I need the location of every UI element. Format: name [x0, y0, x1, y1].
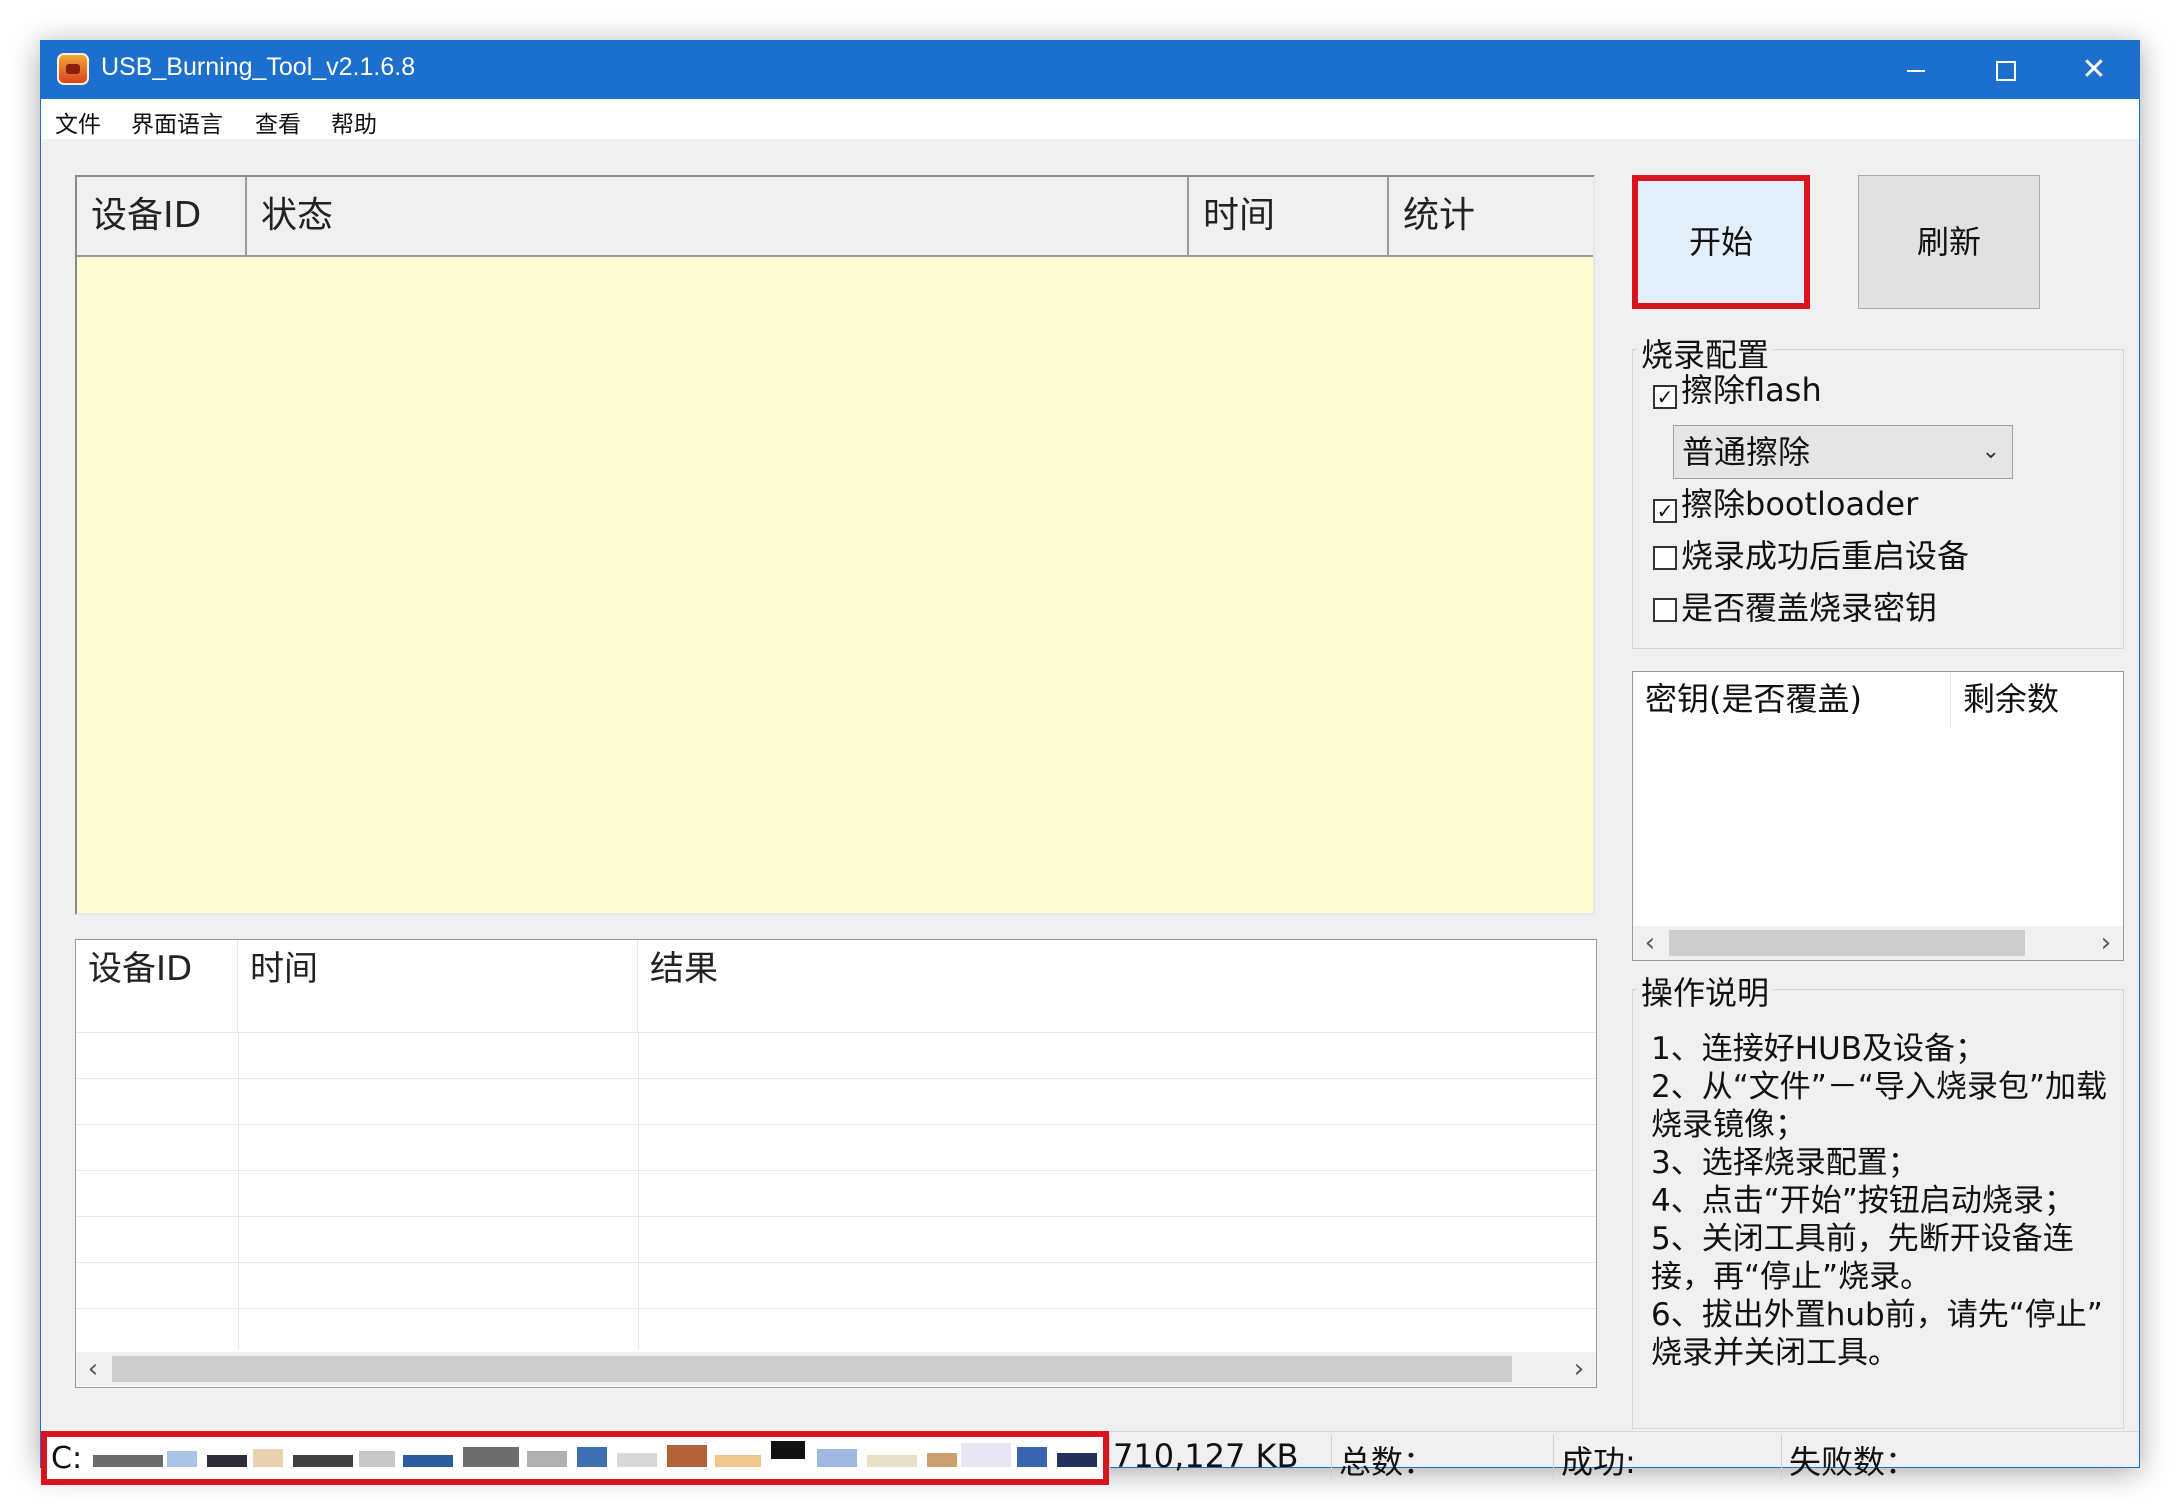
grid-line: [76, 1170, 1596, 1171]
grid-line: [76, 1124, 1596, 1125]
title-bar[interactable]: USB_Burning_Tool_v2.1.6.8 ✕: [41, 41, 2139, 99]
grid-line: [238, 1032, 239, 1350]
scrollbar-thumb[interactable]: [112, 1356, 1512, 1382]
instruction-line: 5、关闭工具前，先断开设备连: [1651, 1221, 2074, 1257]
instruction-line: 烧录镜像；: [1651, 1107, 1806, 1143]
device-list[interactable]: 设备ID 状态 时间 统计: [75, 175, 1595, 915]
reboot-after-success-checkbox[interactable]: 烧录成功后重启设备: [1653, 536, 1969, 576]
erase-mode-select[interactable]: 普通擦除 ⌄: [1673, 425, 2013, 479]
checkbox-label: 擦除bootloader: [1681, 485, 1919, 523]
minimize-icon: [1907, 69, 1925, 72]
checkbox-label: 擦除flash: [1681, 371, 1822, 409]
success-count-label: 成功:: [1561, 1443, 1636, 1481]
minimize-button[interactable]: [1871, 41, 1961, 99]
checkbox-unchecked-icon: [1653, 546, 1677, 570]
instruction-line: 4、点击“开始”按钮启动烧录；: [1651, 1183, 2075, 1219]
burn-config-group: 烧录配置 ✓ 擦除flash ✓ 擦除bootloader 烧录成功后重启设备 是否…: [1632, 330, 2124, 649]
chevron-down-icon: ⌄: [1981, 439, 2000, 464]
menu-view[interactable]: 查看: [255, 105, 301, 139]
scroll-left-icon[interactable]: ‹: [76, 1352, 110, 1386]
key-list[interactable]: 密钥(是否覆盖) 剩余数 ‹ ›: [1632, 671, 2124, 961]
status-separator: [1109, 1435, 1110, 1479]
instructions-group: 操作说明 1、连接好HUB及设备； 2、从“文件”－“导入烧录包”加载 烧录镜像…: [1632, 968, 2124, 1429]
column-header-stats[interactable]: 统计: [1389, 177, 1593, 257]
erase-bootloader-checkbox[interactable]: ✓ 擦除bootloader: [1653, 484, 1918, 524]
instruction-line: 接，再“停止”烧录。: [1651, 1259, 1932, 1295]
checkbox-checked-icon: ✓: [1653, 499, 1677, 523]
horizontal-scrollbar[interactable]: ‹ ›: [1633, 926, 2123, 960]
grid-line: [76, 1308, 1596, 1309]
path-prefix: C:: [51, 1441, 83, 1476]
maximize-icon: [1996, 60, 2016, 81]
grid-line: [638, 1032, 639, 1350]
start-button[interactable]: 开始: [1632, 175, 1810, 309]
instruction-line: 2、从“文件”－“导入烧录包”加载: [1651, 1069, 2107, 1105]
scroll-right-icon[interactable]: ›: [1562, 1352, 1596, 1386]
app-icon: [57, 53, 89, 85]
column-header-time[interactable]: 时间: [238, 940, 638, 1032]
status-separator: [1781, 1435, 1782, 1479]
column-header-remaining[interactable]: 剩余数: [1951, 672, 2123, 726]
grid-line: [76, 1032, 1596, 1033]
menu-help[interactable]: 帮助: [331, 105, 377, 139]
overwrite-key-checkbox[interactable]: 是否覆盖烧录密钥: [1653, 588, 1937, 628]
grid-line: [76, 1216, 1596, 1217]
checkbox-checked-icon: ✓: [1653, 385, 1677, 409]
status-separator: [1331, 1435, 1332, 1479]
refresh-button[interactable]: 刷新: [1858, 175, 2040, 309]
column-header-result[interactable]: 结果: [638, 940, 1596, 1032]
total-count-label: 总数：: [1339, 1443, 1436, 1481]
column-header-device-id[interactable]: 设备ID: [76, 940, 238, 1032]
column-header-time[interactable]: 时间: [1189, 177, 1389, 257]
maximize-button[interactable]: [1961, 41, 2051, 99]
scroll-left-icon[interactable]: ‹: [1633, 926, 1667, 960]
result-list[interactable]: 设备ID 时间 结果 ‹ ›: [75, 939, 1597, 1388]
column-header-key[interactable]: 密钥(是否覆盖): [1633, 672, 1951, 726]
group-title: 操作说明: [1637, 968, 1774, 1014]
app-window: USB_Burning_Tool_v2.1.6.8 ✕ 文件 界面语言 查看 帮…: [40, 40, 2140, 1485]
menu-language[interactable]: 界面语言: [131, 105, 223, 139]
status-separator: [1553, 1435, 1554, 1479]
image-path-field: C:: [41, 1431, 1109, 1485]
instruction-line: 1、连接好HUB及设备；: [1651, 1031, 1986, 1067]
column-header-status[interactable]: 状态: [247, 177, 1189, 257]
scroll-right-icon[interactable]: ›: [2089, 926, 2123, 960]
close-button[interactable]: ✕: [2049, 41, 2139, 99]
fail-count-label: 失败数：: [1789, 1443, 1918, 1481]
grid-line: [76, 1262, 1596, 1263]
image-size: 710,127 KB: [1113, 1437, 1299, 1475]
select-value: 普通擦除: [1682, 433, 1811, 471]
window-title: USB_Burning_Tool_v2.1.6.8: [101, 53, 416, 81]
menu-file[interactable]: 文件: [55, 105, 101, 139]
checkbox-label: 是否覆盖烧录密钥: [1681, 589, 1938, 627]
grid-line: [76, 1078, 1596, 1079]
erase-flash-checkbox[interactable]: ✓ 擦除flash: [1653, 370, 1822, 410]
instructions-text: 1、连接好HUB及设备； 2、从“文件”－“导入烧录包”加载 烧录镜像； 3、选…: [1651, 1030, 2121, 1372]
instruction-line: 烧录并关闭工具。: [1651, 1335, 1899, 1371]
instruction-line: 3、选择烧录配置；: [1651, 1145, 1919, 1181]
column-header-device-id[interactable]: 设备ID: [77, 177, 247, 257]
checkbox-label: 烧录成功后重启设备: [1681, 537, 1970, 575]
scrollbar-thumb[interactable]: [1669, 930, 2025, 956]
checkbox-unchecked-icon: [1653, 598, 1677, 622]
horizontal-scrollbar[interactable]: ‹ ›: [76, 1352, 1596, 1386]
menu-bar: 文件 界面语言 查看 帮助: [41, 99, 2139, 139]
close-icon: ✕: [2081, 52, 2107, 87]
instruction-line: 6、拔出外置hub前，请先“停止”: [1651, 1297, 2103, 1333]
